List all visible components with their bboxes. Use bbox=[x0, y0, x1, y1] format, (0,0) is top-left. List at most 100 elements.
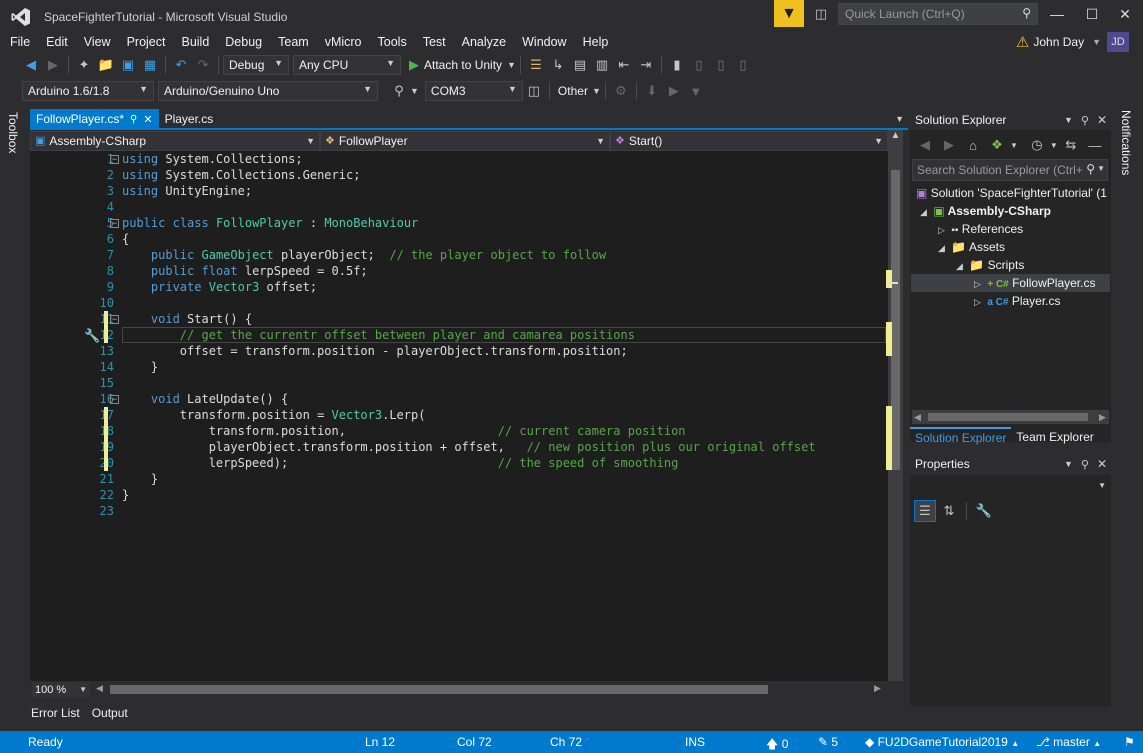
project-navigation-select[interactable]: ▣ Assembly-CSharp ▼ bbox=[30, 130, 320, 151]
editor-scroll-thumb[interactable] bbox=[891, 170, 900, 470]
editor-horizontal-scroll-thumb[interactable] bbox=[110, 685, 768, 694]
minimize-button[interactable]: — bbox=[1040, 2, 1074, 26]
close-icon[interactable]: ✕ bbox=[1097, 457, 1107, 471]
menu-team[interactable]: Team bbox=[270, 31, 317, 51]
tree-item-scripts[interactable]: ◢ 📁 Scripts bbox=[956, 256, 1024, 274]
collapse-icon[interactable]: − bbox=[110, 155, 119, 164]
repository-button[interactable]: ◆ FU2DGameTutorial2019 ▲ bbox=[865, 735, 1019, 749]
back-icon[interactable]: ◀ bbox=[914, 134, 936, 156]
scroll-left-icon[interactable]: ◀ bbox=[96, 683, 103, 694]
collapse-icon[interactable]: − bbox=[110, 315, 119, 324]
menu-file[interactable]: File bbox=[2, 31, 38, 51]
run-icon[interactable]: ▶ bbox=[663, 80, 685, 102]
port-select[interactable]: COM3 ▼ bbox=[424, 81, 523, 101]
solution-explorer-scroll-thumb[interactable] bbox=[928, 413, 1088, 421]
live-share-icon[interactable]: ◫ bbox=[810, 3, 832, 25]
scroll-left-icon[interactable]: ◀ bbox=[914, 412, 921, 423]
menu-edit[interactable]: Edit bbox=[38, 31, 76, 51]
more-icon[interactable]: — bbox=[1084, 134, 1106, 156]
undo-icon[interactable]: ↶ bbox=[170, 54, 192, 76]
code-content[interactable]: using System.Collections; using System.C… bbox=[122, 151, 882, 519]
uncomment-icon[interactable]: ▥ bbox=[591, 54, 613, 76]
prev-bookmark-icon[interactable]: ▯ bbox=[688, 54, 710, 76]
sync-icon[interactable]: ⇆ bbox=[1060, 134, 1082, 156]
toolbox-tab[interactable]: Toolbox bbox=[6, 112, 20, 153]
menu-tools[interactable]: Tools bbox=[370, 31, 415, 51]
step-icon[interactable]: ↳ bbox=[547, 54, 569, 76]
categorized-icon[interactable]: ☰ bbox=[914, 500, 936, 522]
class-navigation-select[interactable]: ❖ FollowPlayer ▼ bbox=[320, 130, 610, 151]
tree-item-solution[interactable]: ▣ Solution 'SpaceFighterTutorial' (1 bbox=[916, 184, 1107, 202]
tab-followplayer[interactable]: FollowPlayer.cs* ⚲ ✕ bbox=[30, 109, 159, 129]
tree-item-assembly-csharp[interactable]: ◢ ▣ Assembly-CSharp bbox=[920, 202, 1051, 220]
next-bookmark-icon[interactable]: ▯ bbox=[710, 54, 732, 76]
menu-vmicro[interactable]: vMicro bbox=[317, 31, 370, 51]
alphabetical-icon[interactable]: ⇅ bbox=[938, 500, 960, 522]
solution-explorer-search-input[interactable]: Search Solution Explorer (Ctrl+ ⚲ ▼ bbox=[912, 159, 1108, 181]
solution-configuration-select[interactable]: Debug ▼ bbox=[223, 55, 289, 75]
clear-bookmarks-icon[interactable]: ▯ bbox=[732, 54, 754, 76]
tab-error-list[interactable]: Error List bbox=[31, 706, 80, 720]
other-button[interactable]: Other bbox=[554, 84, 592, 98]
collapse-icon[interactable]: − bbox=[110, 395, 119, 404]
new-project-icon[interactable]: ✦ bbox=[73, 54, 95, 76]
pin-icon[interactable]: ⚲ bbox=[1081, 114, 1089, 127]
collapse-icon[interactable]: − bbox=[110, 219, 119, 228]
notifications-icon[interactable]: ⚑ bbox=[1124, 735, 1135, 749]
tree-item-player-cs[interactable]: ▷ a C# Player.cs bbox=[974, 292, 1061, 310]
serial-monitor-icon[interactable]: ◫ bbox=[523, 80, 545, 102]
solution-platform-select[interactable]: Any CPU ▼ bbox=[293, 55, 401, 75]
close-window-button[interactable]: ✕ bbox=[1108, 2, 1142, 26]
zoom-select[interactable]: 100 % ▼ bbox=[32, 682, 90, 697]
menu-build[interactable]: Build bbox=[173, 31, 217, 51]
chevron-down-icon[interactable]: ▼ bbox=[1064, 459, 1073, 469]
save-icon[interactable]: ▣ bbox=[117, 54, 139, 76]
unpushed-commits-button[interactable]: 🡅 0 bbox=[766, 735, 788, 753]
settings-icon[interactable]: ⚙ bbox=[610, 80, 632, 102]
browse-icon[interactable]: ☰ bbox=[525, 54, 547, 76]
tree-item-followplayer-cs[interactable]: ▷ + C# FollowPlayer.cs bbox=[974, 274, 1095, 292]
upload-icon[interactable]: ⬇ bbox=[641, 80, 663, 102]
switch-views-icon[interactable]: ❖ bbox=[986, 134, 1008, 156]
more-icon[interactable]: ▼ bbox=[685, 80, 707, 102]
menu-project[interactable]: Project bbox=[119, 31, 174, 51]
pending-changes-icon[interactable]: ◷ bbox=[1026, 134, 1048, 156]
menu-view[interactable]: View bbox=[76, 31, 119, 51]
chevron-down-icon[interactable]: ▼ bbox=[1064, 115, 1073, 125]
user-account[interactable]: ⚠ John Day ▼ JD bbox=[1016, 32, 1129, 52]
menu-window[interactable]: Window bbox=[514, 31, 574, 51]
board-select[interactable]: Arduino/Genuino Uno ▼ bbox=[158, 81, 378, 101]
tab-solution-explorer[interactable]: Solution Explorer bbox=[910, 427, 1012, 447]
tree-item-assets[interactable]: ◢ 📁 Assets bbox=[938, 238, 1005, 256]
attach-to-unity-button[interactable]: ▶ Attach to Unity ▼ bbox=[409, 57, 516, 73]
forward-icon[interactable]: ▶ bbox=[938, 134, 960, 156]
bookmark-icon[interactable]: ▮ bbox=[666, 54, 688, 76]
arduino-version-select[interactable]: Arduino 1.6/1.8 ▼ bbox=[22, 81, 154, 101]
save-all-icon[interactable]: ▦ bbox=[139, 54, 161, 76]
pending-changes-button[interactable]: ✎ 5 bbox=[818, 735, 838, 749]
indent-icon[interactable]: ⇥ bbox=[635, 54, 657, 76]
tab-team-explorer[interactable]: Team Explorer bbox=[1011, 428, 1098, 446]
open-folder-icon[interactable]: 📁 bbox=[95, 54, 117, 76]
tab-player[interactable]: Player.cs bbox=[159, 109, 220, 129]
search-icon[interactable]: ⚲ bbox=[388, 80, 410, 102]
property-pages-icon[interactable]: 🔧 bbox=[973, 500, 995, 522]
menu-test[interactable]: Test bbox=[415, 31, 454, 51]
member-navigation-select[interactable]: ❖ Start() ▼ bbox=[610, 130, 888, 151]
branch-button[interactable]: ⎇ master ▲ bbox=[1036, 735, 1101, 749]
tab-output[interactable]: Output bbox=[92, 706, 128, 720]
code-editor[interactable]: 1 2 3 4 5 6 7 8 9 10 11 12 13 14 15 16 1… bbox=[30, 151, 888, 681]
menu-analyze[interactable]: Analyze bbox=[454, 31, 514, 51]
menu-debug[interactable]: Debug bbox=[217, 31, 270, 51]
pin-icon[interactable]: ⚲ bbox=[1081, 458, 1089, 471]
close-icon[interactable]: ✕ bbox=[1097, 113, 1107, 127]
scroll-right-icon[interactable]: ▶ bbox=[1099, 412, 1106, 423]
quick-actions-wrench-icon[interactable]: 🔧 bbox=[84, 328, 100, 344]
properties-object-select[interactable]: ▼ bbox=[912, 478, 1109, 496]
menu-help[interactable]: Help bbox=[575, 31, 617, 51]
outdent-icon[interactable]: ⇤ bbox=[613, 54, 635, 76]
notifications-tab[interactable]: Notifications bbox=[1119, 110, 1133, 175]
forward-icon[interactable]: ▶ bbox=[42, 54, 64, 76]
chevron-down-icon[interactable]: ▼ bbox=[895, 114, 904, 124]
tree-item-references[interactable]: ▷ ▪▪ References bbox=[938, 220, 1023, 238]
